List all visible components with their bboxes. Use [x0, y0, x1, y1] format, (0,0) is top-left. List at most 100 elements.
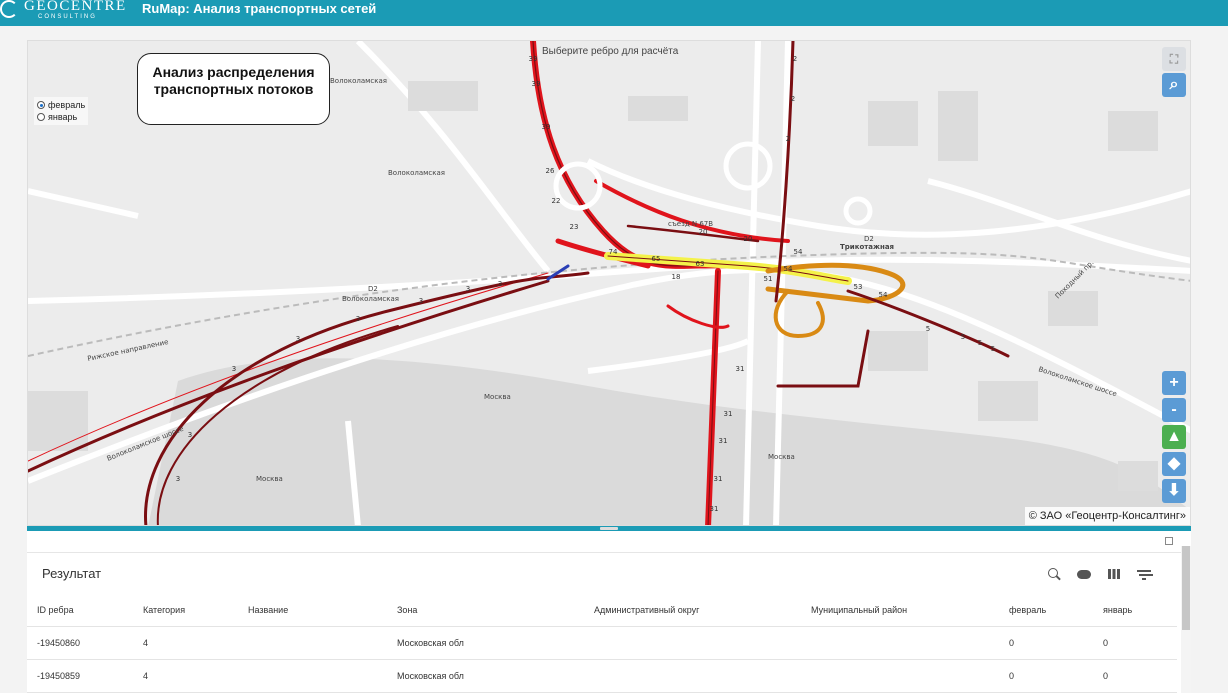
road-icon[interactable]: ▲: [1162, 425, 1186, 449]
map-view[interactable]: 39 39 39 26 22 23 74 65 63 54 54 53 54 51 31 31 31 31 31 3 3…: [27, 40, 1191, 526]
flow-value-label: 26: [546, 167, 555, 175]
download-icon[interactable]: ⬇: [1162, 479, 1186, 503]
moskva-label-1: Москва: [484, 393, 511, 401]
flow-value-label: 5: [978, 339, 982, 347]
flow-value-label: 20: [744, 235, 753, 243]
filter-icon[interactable]: [1137, 567, 1151, 581]
cell-category: 4: [133, 626, 238, 660]
map-hint: Выберите ребро для расчёта: [542, 46, 679, 57]
app-title: RuMap: Анализ транспортных сетей: [142, 1, 377, 16]
column-header-zone[interactable]: Зона: [387, 595, 584, 627]
cell-zone: Московская обл: [387, 659, 584, 693]
table-row[interactable]: -19450860 4 Московская обл 0 0: [27, 626, 1177, 660]
cell-id: -19450860: [27, 626, 133, 660]
sezd-label: съезд N 67В: [668, 220, 713, 228]
panel-strip: [27, 531, 1191, 553]
cell-january: 0: [1093, 659, 1177, 693]
flow-value-label: 54: [879, 291, 888, 299]
cell-february: 0: [999, 659, 1093, 693]
flow-value-label: 3: [356, 315, 360, 323]
table-row[interactable]: -19450859 4 Московская обл 0 0: [27, 659, 1177, 693]
layers-icon[interactable]: ◆: [1162, 452, 1186, 476]
flow-value-label: 5: [991, 345, 995, 353]
flow-value-label: 54: [784, 265, 793, 273]
scrollbar-thumb[interactable]: [1182, 546, 1190, 630]
period-option-january[interactable]: январь: [37, 111, 85, 123]
period-label-february: февраль: [48, 100, 86, 110]
period-selector: февраль январь: [34, 97, 89, 125]
cell-district: [584, 659, 801, 693]
flow-value-label: 74: [609, 248, 618, 256]
flow-value-label: 54: [794, 248, 803, 256]
zoom-in-button[interactable]: +: [1162, 371, 1186, 395]
zoom-out-button[interactable]: -: [1162, 398, 1186, 422]
column-header-january[interactable]: январь: [1093, 595, 1177, 627]
column-header-name[interactable]: Название: [238, 595, 387, 627]
flow-value-label: 18: [672, 273, 681, 281]
flow-value-label: 20: [699, 228, 708, 236]
flow-value-label: 3: [232, 365, 236, 373]
search-icon[interactable]: [1047, 567, 1061, 581]
flow-value-label: 31: [714, 475, 723, 483]
results-title: Результат: [42, 566, 102, 581]
flow-value-label: 53: [854, 283, 863, 291]
flow-value-label: 39: [542, 123, 551, 131]
results-scrollbar[interactable]: [1181, 546, 1191, 693]
analysis-callout: Анализ распределения транспортных потоко…: [137, 53, 330, 125]
cell-municipal: [801, 626, 999, 660]
flow-value-label: 3: [498, 280, 502, 288]
fullscreen-button[interactable]: ⛶: [1162, 47, 1186, 71]
cell-name: [238, 626, 387, 660]
flow-value-label: 51: [764, 275, 773, 283]
flow-value-label: 22: [552, 197, 561, 205]
column-header-february[interactable]: февраль: [999, 595, 1093, 627]
flow-value-label: 2: [791, 95, 795, 103]
cloud-download-icon[interactable]: [1077, 567, 1091, 581]
period-option-february[interactable]: февраль: [37, 99, 85, 111]
resize-handle[interactable]: [600, 527, 618, 530]
cell-municipal: [801, 659, 999, 693]
results-panel: Результат ID ребра Категория Название Зо…: [27, 531, 1191, 693]
metro-label-1: Волоколамская: [330, 77, 387, 85]
flow-value-label: 31: [724, 410, 733, 418]
column-header-category[interactable]: Категория: [133, 595, 238, 627]
cell-id: -19450859: [27, 659, 133, 693]
station-label: Волоколамская: [342, 295, 399, 303]
column-header-id[interactable]: ID ребра: [27, 595, 133, 627]
table-header-row: ID ребра Категория Название Зона Админис…: [27, 595, 1177, 627]
flow-value-label: 2: [793, 55, 797, 63]
column-header-district[interactable]: Административный округ: [584, 595, 801, 627]
flow-value-label: 5: [961, 333, 965, 341]
flow-value-label: 3: [176, 475, 180, 483]
flow-value-label: 31: [736, 365, 745, 373]
logo-main-text: GEOCENTRE: [24, 0, 127, 14]
cell-february: 0: [999, 626, 1093, 660]
search-zoom-button[interactable]: ⌕: [1162, 73, 1186, 97]
flow-value-label: 23: [570, 223, 579, 231]
moskva-label-3: Москва: [768, 453, 795, 461]
trikotazh-label: Трикотажная: [840, 243, 894, 251]
flow-value-label: 5: [926, 325, 930, 333]
flow-value-label: 39: [532, 80, 541, 88]
flow-value-label: 2: [786, 135, 790, 143]
logo-ring-icon: [0, 0, 18, 18]
flow-value-label: 3: [419, 297, 423, 305]
cell-category: 4: [133, 659, 238, 693]
columns-icon[interactable]: [1107, 567, 1121, 581]
flow-value-label: 3: [296, 335, 300, 343]
flow-value-label: 3: [466, 285, 470, 293]
results-toolbar: [1047, 567, 1151, 581]
flow-value-label: 63: [696, 260, 705, 268]
column-header-municipal[interactable]: Муниципальный район: [801, 595, 999, 627]
radio-january[interactable]: [37, 113, 45, 121]
cell-zone: Московская обл: [387, 626, 584, 660]
company-logo[interactable]: GEOCENTRE CONSULTING: [0, 0, 127, 24]
period-label-january: январь: [48, 112, 78, 122]
flow-value-label: 65: [652, 255, 661, 263]
expand-icon[interactable]: [1165, 537, 1173, 545]
copyright: © ЗАО «Геоцентр-Консалтинг»: [1024, 507, 1190, 525]
flow-value-label: 31: [710, 505, 719, 513]
radio-february[interactable]: [37, 101, 45, 109]
cell-name: [238, 659, 387, 693]
flow-value-label: 39: [529, 55, 538, 63]
